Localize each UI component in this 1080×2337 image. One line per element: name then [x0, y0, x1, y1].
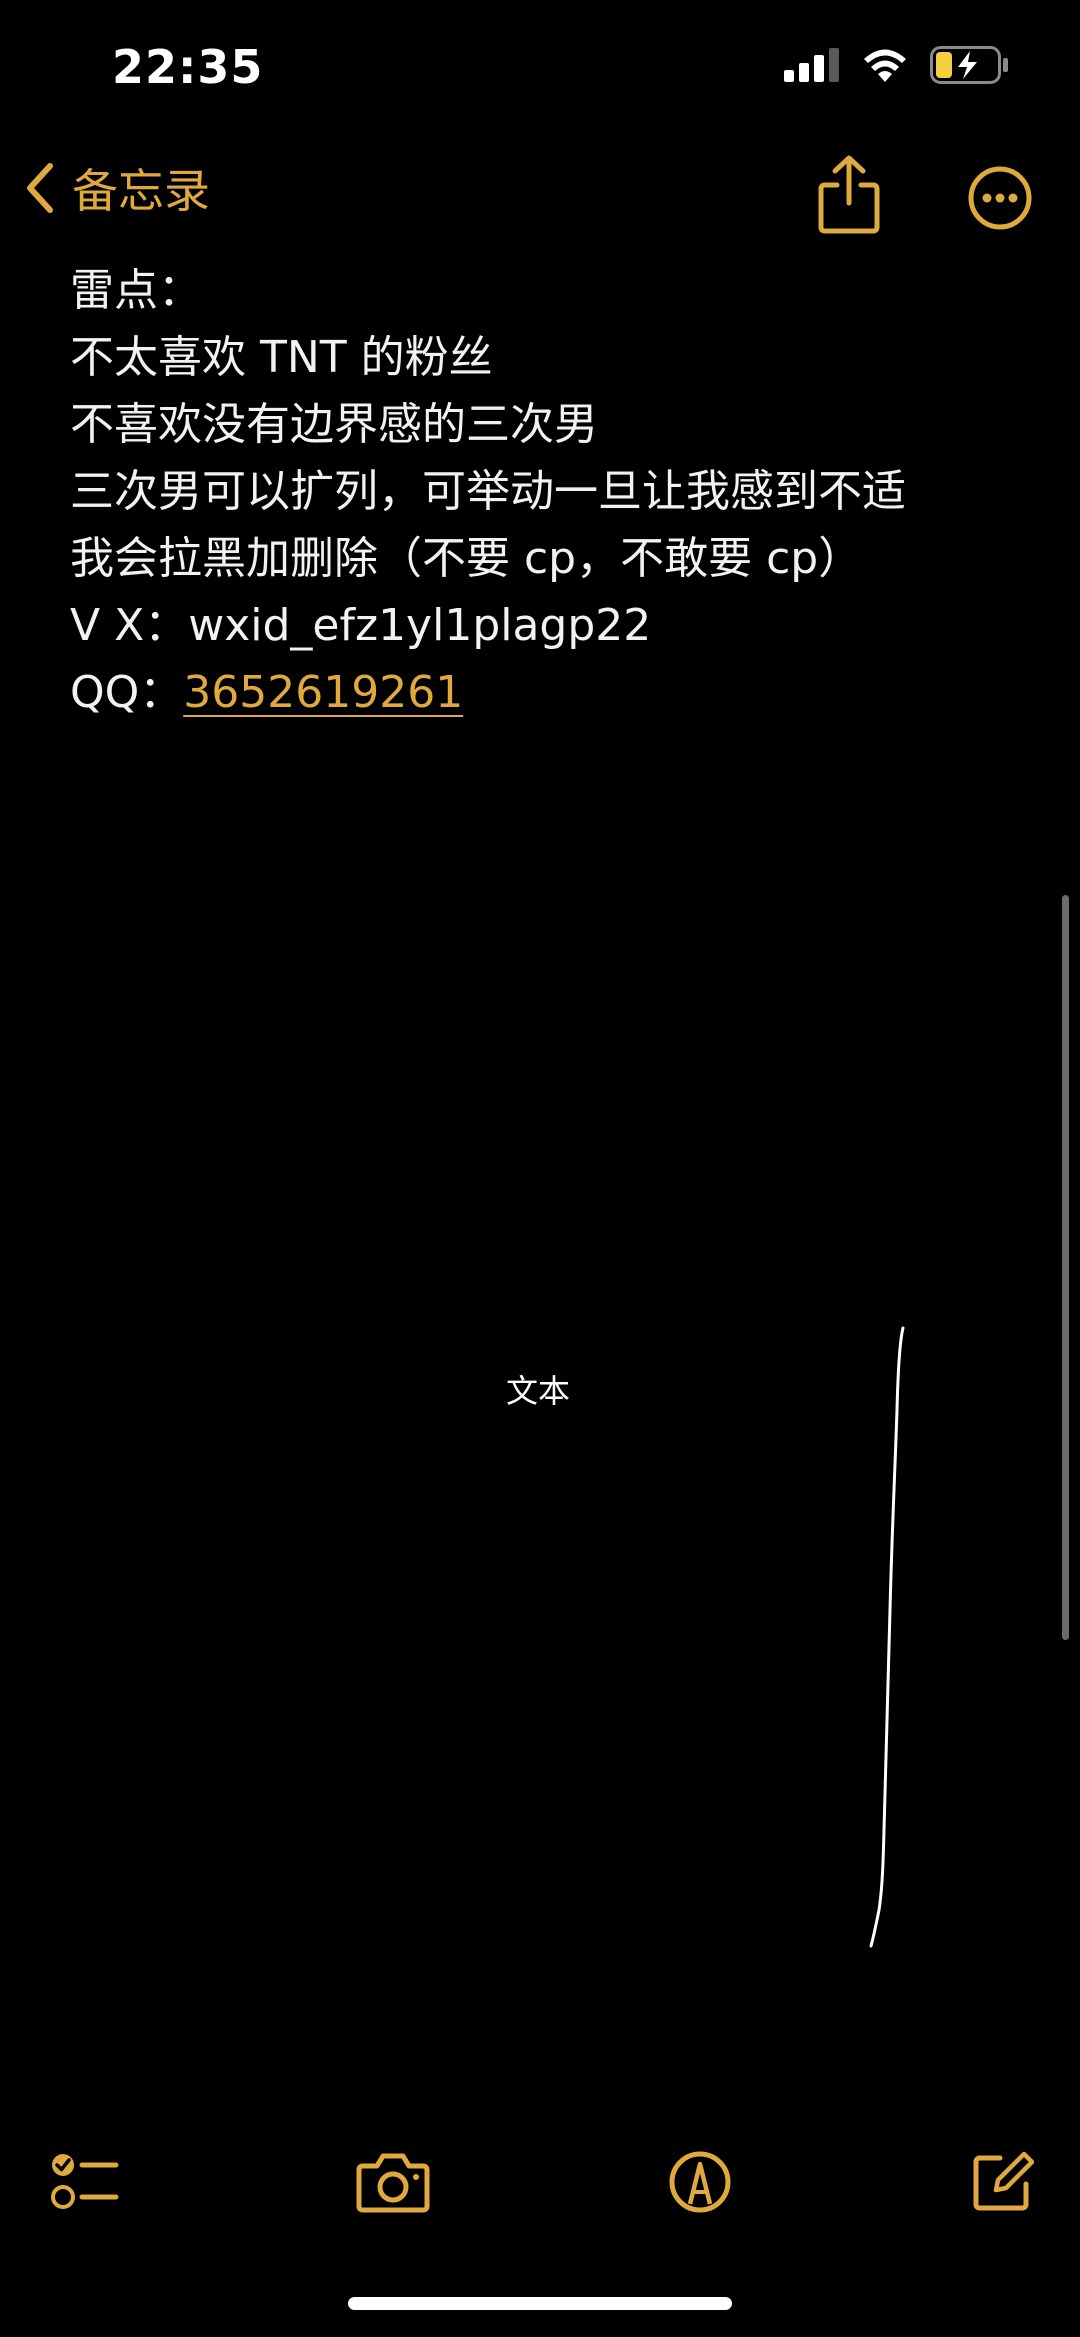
- home-indicator[interactable]: [348, 2297, 732, 2310]
- signal-icon: [784, 48, 839, 82]
- note-line: 不喜欢没有边界感的三次男: [70, 399, 598, 450]
- scrollbar[interactable]: [1062, 895, 1069, 1640]
- camera-icon: [356, 2153, 430, 2213]
- note-line: V X：wxid_efz1yl1plagp22: [70, 600, 652, 651]
- back-label: 备忘录: [72, 164, 210, 218]
- note-line: 不太喜欢 TNT 的粉丝: [70, 332, 493, 383]
- qq-prefix: QQ：: [70, 667, 184, 718]
- text-label[interactable]: 文本: [506, 1366, 570, 1412]
- compose-icon: [973, 2151, 1035, 2211]
- bottom-toolbar: [0, 2130, 1080, 2250]
- more-button[interactable]: [967, 165, 1033, 231]
- handwritten-stroke: [869, 1326, 905, 1948]
- status-bar: 22:35: [0, 0, 1080, 140]
- compose-button[interactable]: [970, 2150, 1035, 2218]
- note-line: 雷点：: [70, 265, 202, 316]
- share-icon: [818, 155, 880, 234]
- markup-button[interactable]: [668, 2150, 732, 2218]
- note-line: 我会拉黑加删除（不要 cp，不敢要 cp）: [70, 533, 863, 584]
- chevron-left-icon: [27, 163, 53, 213]
- qq-line: QQ：3652619261: [70, 659, 1030, 726]
- checklist-icon: [51, 2154, 119, 2209]
- share-button[interactable]: [815, 155, 883, 235]
- status-icons: [784, 46, 1010, 84]
- nav-bar: 备忘录: [0, 145, 1080, 245]
- back-button[interactable]: 备忘录: [20, 155, 210, 221]
- qq-number-link[interactable]: 3652619261: [183, 667, 463, 718]
- checklist-button[interactable]: [50, 2150, 120, 2218]
- note-line: 三次男可以扩列，可举动一旦让我感到不适: [70, 466, 906, 517]
- more-icon: [968, 166, 1032, 230]
- wifi-icon: [864, 49, 906, 82]
- battery-icon: [930, 46, 1008, 84]
- note-body[interactable]: 雷点： 不太喜欢 TNT 的粉丝 不喜欢没有边界感的三次男 三次男可以扩列，可举…: [70, 257, 1030, 726]
- status-time: 22:35: [112, 40, 264, 94]
- camera-button[interactable]: [355, 2150, 431, 2218]
- markup-pen-icon: [669, 2151, 731, 2213]
